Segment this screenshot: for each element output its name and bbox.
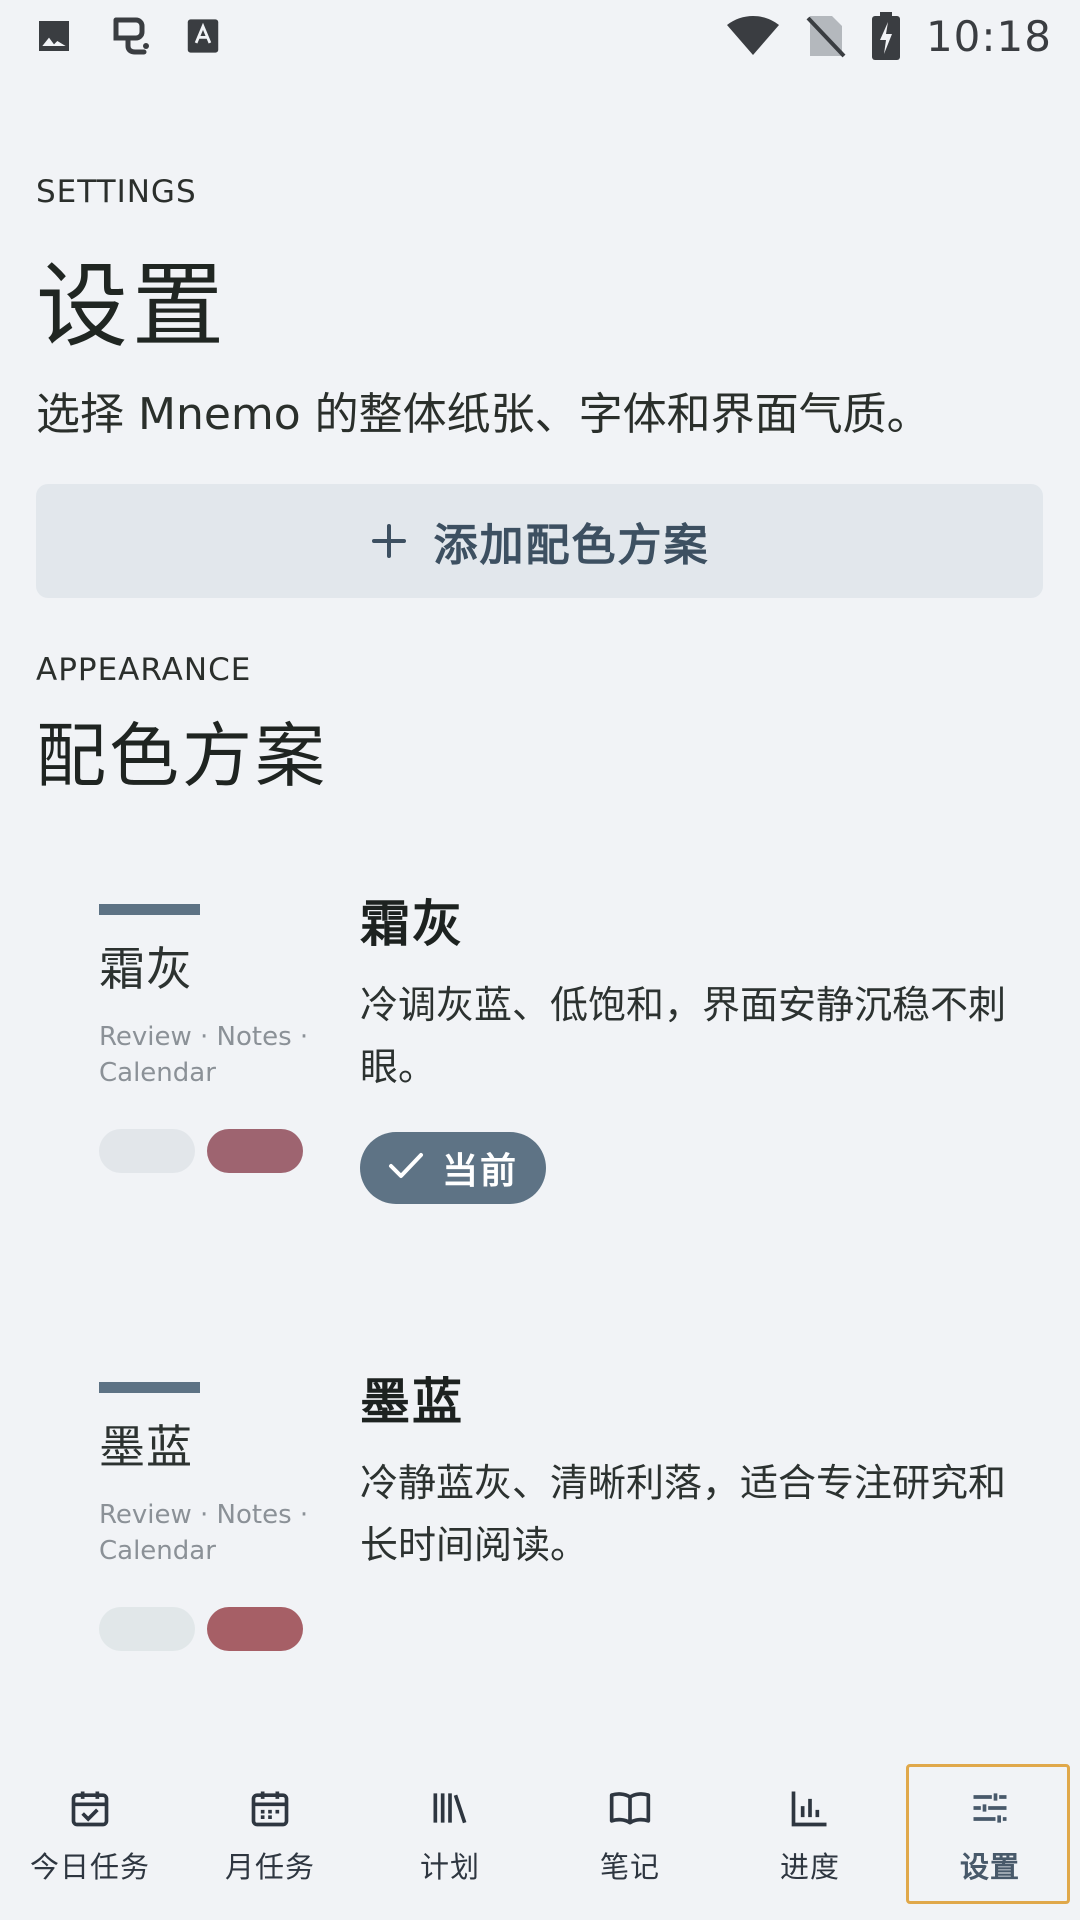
bar-chart-icon xyxy=(788,1786,832,1834)
settings-eyebrow: SETTINGS xyxy=(36,174,197,210)
battery-charging-icon xyxy=(871,12,900,60)
preview-name: 霜灰 xyxy=(99,942,193,996)
scheme-info: 霜灰 冷调灰蓝、低饱和，界面安静沉稳不刺眼。 当前 xyxy=(360,884,1010,1204)
accent-bar xyxy=(99,904,200,915)
nav-label: 笔记 xyxy=(599,1850,660,1884)
status-right-icons: 10:18 xyxy=(726,8,1052,64)
nav-item-notes[interactable]: 笔记 xyxy=(540,1752,720,1920)
scheme-card-ink-blue[interactable]: 墨蓝 Review · Notes · Calendar 墨蓝 冷静蓝灰、清晰利… xyxy=(36,1338,1044,1651)
no-sim-icon xyxy=(806,14,846,58)
nav-label: 今日任务 xyxy=(29,1850,150,1884)
calendar-month-icon xyxy=(248,1786,292,1834)
nav-label: 计划 xyxy=(419,1850,480,1884)
scheme-title: 霜灰 xyxy=(360,895,464,953)
color-pill-light xyxy=(99,1129,195,1173)
color-pill-accent xyxy=(207,1607,303,1651)
color-pills xyxy=(99,1607,319,1651)
status-bar: 10:18 xyxy=(0,0,1080,72)
scheme-preview: 霜灰 Review · Notes · Calendar xyxy=(99,904,319,1173)
scheme-description: 冷调灰蓝、低饱和，界面安静沉稳不刺眼。 xyxy=(360,983,1007,1089)
preview-name: 墨蓝 xyxy=(99,1420,193,1474)
app-logo-icon xyxy=(106,12,154,60)
status-left-icons xyxy=(34,12,220,60)
preview-tags: Review · Notes · Calendar xyxy=(99,1500,309,1566)
book-open-icon xyxy=(608,1786,652,1834)
image-icon xyxy=(34,16,74,56)
status-time: 10:18 xyxy=(925,11,1052,61)
scheme-description: 冷静蓝灰、清晰利落，适合专注研究和长时间阅读。 xyxy=(360,1461,1007,1567)
library-icon xyxy=(428,1786,472,1834)
page-title: 设置 xyxy=(36,253,229,360)
scheme-card-frost-gray[interactable]: 霜灰 Review · Notes · Calendar 霜灰 冷调灰蓝、低饱和… xyxy=(36,860,1044,1220)
color-pill-light xyxy=(99,1607,195,1651)
bottom-navigation: 今日任务 月任务 计划 笔记 进度 设置 xyxy=(0,1752,1080,1920)
add-color-scheme-label: 添加配色方案 xyxy=(433,520,710,571)
nav-label: 设置 xyxy=(959,1850,1020,1884)
nav-item-settings[interactable]: 设置 xyxy=(900,1752,1080,1920)
sliders-icon xyxy=(968,1786,1012,1834)
scheme-title: 墨蓝 xyxy=(360,1373,464,1431)
current-label: 当前 xyxy=(441,1151,518,1192)
accent-bar xyxy=(99,1382,200,1393)
current-scheme-chip[interactable]: 当前 xyxy=(360,1132,546,1204)
plus-icon xyxy=(370,522,408,560)
page-subtitle: 选择 Mnemo 的整体纸张、字体和界面气质。 xyxy=(36,389,931,440)
calendar-check-icon xyxy=(68,1786,112,1834)
color-pills xyxy=(99,1129,319,1173)
nav-item-month-tasks[interactable]: 月任务 xyxy=(180,1752,360,1920)
nav-item-today-tasks[interactable]: 今日任务 xyxy=(0,1752,180,1920)
scheme-info: 墨蓝 冷静蓝灰、清晰利落，适合专注研究和长时间阅读。 xyxy=(360,1362,1010,1576)
add-color-scheme-button[interactable]: 添加配色方案 xyxy=(36,484,1043,598)
wifi-icon xyxy=(726,15,780,57)
preview-tags: Review · Notes · Calendar xyxy=(99,1022,309,1088)
accessibility-icon xyxy=(186,18,220,54)
nav-label: 月任务 xyxy=(224,1850,315,1884)
nav-item-progress[interactable]: 进度 xyxy=(720,1752,900,1920)
appearance-eyebrow: APPEARANCE xyxy=(36,652,252,688)
nav-label: 进度 xyxy=(779,1850,840,1884)
check-icon xyxy=(388,1151,424,1185)
color-pill-accent xyxy=(207,1129,303,1173)
nav-item-plan[interactable]: 计划 xyxy=(360,1752,540,1920)
scheme-preview: 墨蓝 Review · Notes · Calendar xyxy=(99,1382,319,1651)
section-title: 配色方案 xyxy=(36,715,328,797)
